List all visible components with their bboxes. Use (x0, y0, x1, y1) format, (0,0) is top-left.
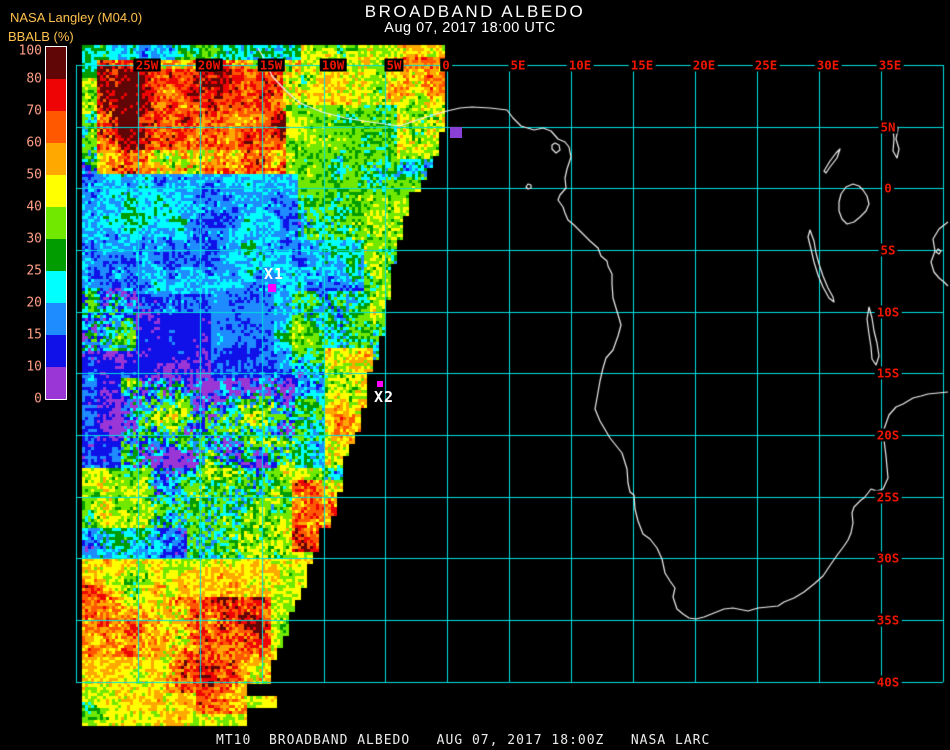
lon-label-20W: 20W (195, 57, 223, 73)
low-albedo-patch (450, 127, 462, 138)
lon-label-25W: 25W (133, 57, 161, 73)
lon-label-10W: 10W (319, 57, 347, 73)
colorbar-tick-25: 25 (26, 263, 42, 279)
lon-label-15W: 15W (257, 57, 285, 73)
lat-label-5N: 5N (878, 119, 898, 135)
lon-label-10E: 10E (566, 57, 594, 73)
colorbar-segment (46, 239, 66, 271)
lat-label-40S: 40S (874, 674, 902, 690)
colorbar-segment (46, 271, 66, 303)
lat-label-30S: 30S (874, 550, 902, 566)
colorbar-tick-40: 40 (26, 199, 42, 215)
colorbar-tick-50: 50 (26, 167, 42, 183)
colorbar-tick-70: 70 (26, 103, 42, 119)
colorbar-units-label: BBALB (%) (8, 29, 74, 44)
marker-label-X2: X2 (374, 388, 395, 406)
colorbar-tick-60: 60 (26, 135, 42, 151)
lon-label-5E: 5E (508, 57, 528, 73)
colorbar-segment (46, 111, 66, 143)
colorbar-segment (46, 47, 66, 79)
lon-label-35E: 35E (876, 57, 904, 73)
colorbar-tick-20: 20 (26, 295, 42, 311)
colorbar-segment (46, 303, 66, 335)
colorbar-tick-80: 80 (26, 71, 42, 87)
lat-label-15S: 15S (874, 365, 902, 381)
colorbar-segment (46, 143, 66, 175)
lat-label-10S: 10S (874, 304, 902, 320)
lat-label-35S: 35S (874, 612, 902, 628)
lon-label-25E: 25E (752, 57, 780, 73)
timestamp-subtitle: Aug 07, 2017 18:00 UTC (384, 20, 556, 36)
lat-label-0: 0 (882, 180, 894, 196)
lon-label-30E: 30E (814, 57, 842, 73)
lon-label-20E: 20E (690, 57, 718, 73)
marker-square-X2 (377, 381, 383, 387)
colorbar-segment (46, 175, 66, 207)
marker-square-X1 (268, 284, 276, 292)
colorbar-tick-100: 100 (18, 43, 42, 59)
colorbar-tick-15: 15 (26, 327, 42, 343)
colorbar-tick-30: 30 (26, 231, 42, 247)
lon-label-0: 0 (440, 57, 452, 73)
lon-label-15E: 15E (628, 57, 656, 73)
colorbar-tick-10: 10 (26, 359, 42, 375)
page-title: BROADBAND ALBEDO (364, 2, 586, 21)
lat-label-20S: 20S (874, 427, 902, 443)
colorbar-tick-0: 0 (34, 391, 42, 407)
colorbar-segment (46, 367, 66, 399)
footer-caption: MT10 BROADBAND ALBEDO AUG 07, 2017 18:00… (216, 733, 711, 748)
colorbar-segment (46, 335, 66, 367)
colorbar (45, 46, 67, 400)
albedo-product-window: NASA Langley (M04.0) BROADBAND ALBEDO Au… (0, 0, 950, 750)
lat-label-25S: 25S (874, 489, 902, 505)
colorbar-segment (46, 79, 66, 111)
albedo-map-canvas (0, 0, 950, 750)
lat-label-5S: 5S (878, 242, 898, 258)
colorbar-segment (46, 207, 66, 239)
lon-label-5W: 5W (384, 57, 404, 73)
marker-label-X1: X1 (264, 265, 285, 283)
